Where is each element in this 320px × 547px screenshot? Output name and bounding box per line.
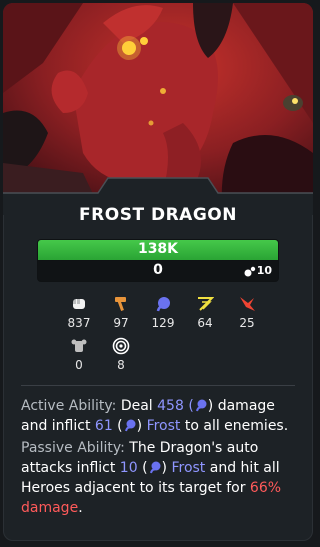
- stat-armor-value: 0: [75, 358, 83, 372]
- droplets-icon: [244, 266, 255, 276]
- health-bars: 138K 0 10: [37, 239, 279, 282]
- active-frost-value: 61: [94, 418, 113, 434]
- active-text-1: Deal: [116, 398, 158, 414]
- magic-orb-icon: [195, 399, 207, 412]
- hp-value: 138K: [137, 241, 179, 257]
- stat-speed: 64: [185, 295, 225, 330]
- ability-description: Active Ability: Deal 458 () damage and i…: [21, 396, 299, 518]
- fist-icon: [73, 299, 85, 309]
- crit-burst-icon: [240, 297, 255, 311]
- unit-name: FROST DRAGON: [79, 205, 237, 225]
- magic-orb-icon: [124, 419, 136, 432]
- stat-armor: 0: [59, 337, 99, 372]
- speed-lines-icon: [198, 297, 214, 311]
- stat-attack-value: 837: [67, 316, 91, 330]
- stat-attack: 837: [59, 295, 99, 330]
- stat-build: 97: [101, 295, 141, 330]
- stat-range: 8: [101, 337, 141, 372]
- ammo-counter: 10: [244, 264, 272, 277]
- active-ability-label: Active Ability:: [21, 398, 117, 414]
- passive-text-3: .: [78, 500, 83, 516]
- passive-frost-word: Frost: [171, 460, 206, 476]
- target-icon: [112, 337, 130, 355]
- stat-magic-value: 129: [151, 316, 175, 330]
- divider: [21, 385, 295, 386]
- stat-speed-value: 64: [197, 316, 213, 330]
- magic-orb-icon: [149, 461, 161, 474]
- passive-ability: Passive Ability: The Dragon's auto attac…: [21, 438, 299, 518]
- shield-bar: 0 10: [37, 261, 279, 282]
- unit-card: FROST DRAGON 138K 0 10 837 97 129 64 25 …: [3, 3, 313, 541]
- stat-crit-value: 25: [239, 316, 255, 330]
- active-text-3: to all enemies.: [180, 418, 289, 434]
- passive-paren-close: ): [161, 460, 172, 476]
- passive-paren-open: (: [137, 460, 148, 476]
- magic-orb-icon: [156, 297, 170, 312]
- stat-magic: 129: [143, 295, 183, 330]
- active-frost-word: Frost: [146, 418, 181, 434]
- shield-value: 0: [153, 262, 163, 278]
- stat-crit: 25: [227, 295, 267, 330]
- stat-range-value: 8: [117, 358, 125, 372]
- dragon-artwork: [3, 3, 313, 215]
- passive-ability-label: Passive Ability:: [21, 440, 125, 456]
- active-damage-value: 458: [157, 398, 184, 414]
- active-paren-open-2: (: [112, 418, 123, 434]
- active-ability: Active Ability: Deal 458 () damage and i…: [21, 396, 299, 436]
- stat-build-value: 97: [113, 316, 129, 330]
- active-paren-close: ): [136, 418, 147, 434]
- hp-bar: 138K: [37, 239, 279, 261]
- hammer-icon: [115, 297, 126, 311]
- armor-icon: [71, 339, 87, 352]
- active-paren-open: (: [183, 398, 194, 414]
- ammo-value: 10: [256, 264, 272, 277]
- passive-frost-value: 10: [119, 460, 138, 476]
